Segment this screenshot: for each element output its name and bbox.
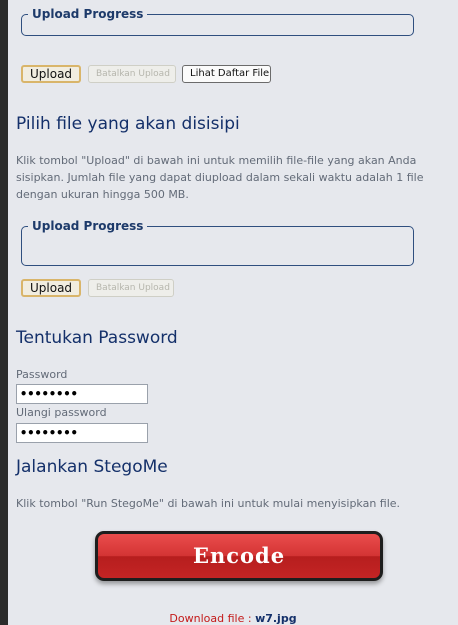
cancel-upload-button-2[interactable]: Batalkan Upload	[88, 279, 174, 297]
download-link-row: Download file : w7.jpg	[8, 612, 458, 625]
upload-progress-legend-2: Upload Progress	[28, 220, 148, 232]
encode-button[interactable]: Encode	[95, 531, 383, 581]
select-file-text-line-2: sisipkan. Jumlah file yang dapat diuploa…	[16, 171, 424, 184]
select-file-text-line-3: dengan ukuran hingga 500 MB.	[16, 188, 189, 201]
password-label: Password	[16, 368, 68, 381]
download-prefix: Download file :	[169, 612, 256, 625]
password-input[interactable]	[16, 384, 148, 404]
run-heading: Jalankan StegoMe	[16, 457, 168, 477]
encode-button-label: Encode	[192, 543, 286, 568]
password-heading: Tentukan Password	[16, 328, 178, 348]
select-file-text-line-1: Klik tombol "Upload" di bawah ini untuk …	[16, 154, 417, 167]
upload-progress-legend: Upload Progress	[28, 8, 148, 20]
cancel-upload-button[interactable]: Batalkan Upload	[88, 65, 176, 83]
repeat-password-label: Ulangi password	[16, 406, 107, 419]
download-file-link[interactable]: w7.jpg	[255, 612, 297, 625]
run-description: Klik tombol "Run StegoMe" di bawah ini u…	[16, 497, 401, 510]
upload-progress-box-2: Upload Progress	[21, 220, 414, 266]
upload-button[interactable]: Upload	[21, 65, 82, 83]
view-file-list-button[interactable]: Lihat Daftar File	[182, 65, 271, 83]
repeat-password-input[interactable]	[16, 423, 148, 443]
upload-progress-box: Upload Progress	[21, 8, 414, 36]
select-file-heading: Pilih file yang akan disisipi	[16, 114, 240, 134]
left-border	[0, 0, 8, 625]
main-content: Upload Progress Upload Batalkan Upload L…	[8, 0, 458, 625]
upload-button-2[interactable]: Upload	[21, 279, 82, 297]
